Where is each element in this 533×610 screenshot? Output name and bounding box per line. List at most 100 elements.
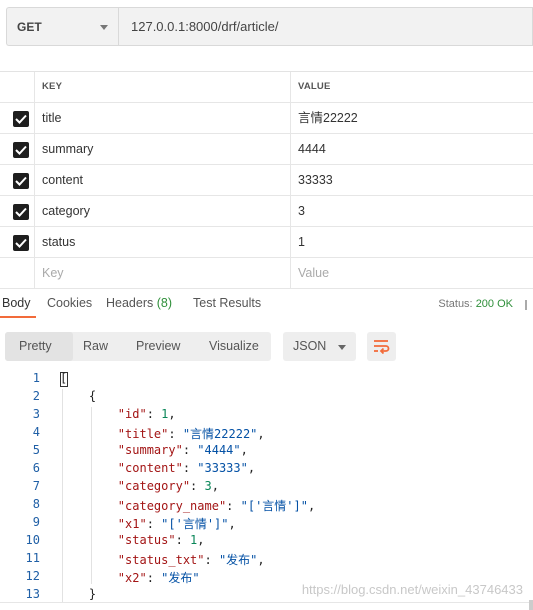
key-column-header: KEY xyxy=(35,72,291,102)
json-key: "title" xyxy=(117,427,169,441)
mode-pretty[interactable]: Pretty xyxy=(19,339,52,353)
key-input[interactable]: Key xyxy=(35,258,291,288)
code-punct: , xyxy=(307,499,316,513)
line-number: 10 xyxy=(25,533,40,547)
code-line: } xyxy=(60,587,96,601)
wrap-lines-icon xyxy=(374,340,390,354)
view-mode-selector: Pretty Raw Preview Visualize xyxy=(5,332,271,361)
line-number: 6 xyxy=(32,461,40,475)
method-label: GET xyxy=(17,19,42,34)
chevron-down-icon xyxy=(338,345,346,350)
line-number: 13 xyxy=(25,587,40,601)
code-line: "id": 1, xyxy=(117,407,176,421)
chevron-down-icon xyxy=(100,25,108,30)
line-number: 3 xyxy=(32,407,40,421)
line-number: 12 xyxy=(25,569,40,583)
param-key[interactable]: category xyxy=(35,196,291,226)
line-number: 8 xyxy=(32,497,40,511)
checkbox-checked-icon[interactable] xyxy=(13,173,29,189)
response-toolbar: Pretty Raw Preview Visualize JSON xyxy=(0,327,533,367)
code-punct: , xyxy=(257,427,265,441)
param-key[interactable]: content xyxy=(35,165,291,195)
json-key: "status_txt" xyxy=(117,553,205,567)
param-value[interactable]: 言情22222 xyxy=(291,103,533,133)
checkbox-checked-icon[interactable] xyxy=(13,235,29,251)
mode-visualize[interactable]: Visualize xyxy=(209,339,259,353)
line-number: 1 xyxy=(32,371,40,385)
json-value: "发布" xyxy=(161,571,200,585)
code-punct: , xyxy=(228,517,236,531)
value-input[interactable]: Value xyxy=(291,258,533,288)
tab-cookies[interactable]: Cookies xyxy=(47,296,92,310)
format-select[interactable]: JSON xyxy=(283,332,356,361)
param-value[interactable]: 3 xyxy=(291,196,533,226)
code-line: [ xyxy=(60,371,67,385)
scrollbar[interactable] xyxy=(529,600,533,610)
line-number: 11 xyxy=(25,551,40,565)
code-line: "x1": "['言情']", xyxy=(117,517,236,531)
response-body[interactable]: 1 [2 {3 "id": 1, 4 "title": "言情22222", 5 "s… xyxy=(0,371,533,602)
code-punct: , xyxy=(240,443,248,457)
tab-headers-label: Headers xyxy=(106,296,154,310)
line-number: 5 xyxy=(32,443,40,457)
code-punct: } xyxy=(60,587,97,601)
param-row[interactable]: summary 4444 xyxy=(0,134,533,165)
param-row[interactable]: title 言情22222 xyxy=(0,103,533,134)
response-status: Status: 200 OK xyxy=(438,298,513,310)
params-empty-row[interactable]: Key Value xyxy=(0,258,533,289)
code-punct: [ xyxy=(60,371,68,385)
code-punct: , xyxy=(257,553,265,567)
value-column-header: VALUE xyxy=(298,81,331,92)
line-number: 2 xyxy=(32,389,40,403)
code-line: { xyxy=(60,389,96,403)
active-tab-indicator xyxy=(0,316,36,318)
param-row[interactable]: category 3 xyxy=(0,196,533,227)
mode-preview[interactable]: Preview xyxy=(136,339,180,353)
code-punct: , xyxy=(197,533,205,547)
watermark: https://blog.csdn.net/weixin_43746433 xyxy=(301,582,523,597)
code-line: "summary": "4444", xyxy=(117,443,248,457)
request-bar: GET 127.0.0.1:8000/drf/article/ xyxy=(0,0,533,52)
url-input[interactable]: 127.0.0.1:8000/drf/article/ xyxy=(118,7,533,46)
param-value[interactable]: 33333 xyxy=(291,165,533,195)
code-line: "title": "言情22222", xyxy=(117,427,265,441)
json-key: "status" xyxy=(117,533,176,547)
tab-test-results[interactable]: Test Results xyxy=(193,296,261,310)
code-line: "x2": "发布" xyxy=(117,571,200,585)
param-key[interactable]: title xyxy=(35,103,291,133)
json-value: "['言情']" xyxy=(161,517,229,531)
tab-headers[interactable]: Headers (8) xyxy=(106,296,172,310)
method-select[interactable]: GET xyxy=(6,7,118,46)
json-key: "content" xyxy=(117,461,183,475)
json-value: 3 xyxy=(204,479,212,493)
params-header-row: KEY VALUE xyxy=(0,72,533,103)
code-punct: , xyxy=(211,479,219,493)
format-label: JSON xyxy=(293,339,327,353)
params-table: KEY VALUE title 言情22222 summary 4444 content… xyxy=(0,71,533,289)
code-line: "category_name": "['言情']", xyxy=(117,499,316,513)
param-row[interactable]: status 1 xyxy=(0,227,533,258)
line-number: 7 xyxy=(32,479,40,493)
checkbox-checked-icon[interactable] xyxy=(13,142,29,158)
response-tabs: Body Cookies Headers (8) Test Results St… xyxy=(0,290,533,319)
code-punct: , xyxy=(168,407,176,421)
json-key: "summary" xyxy=(117,443,183,457)
param-value[interactable]: 4444 xyxy=(291,134,533,164)
wrap-lines-button[interactable] xyxy=(367,332,396,361)
code-punct: , xyxy=(247,461,256,475)
param-row[interactable]: content 33333 xyxy=(0,165,533,196)
param-value[interactable]: 1 xyxy=(291,227,533,257)
code-line: "status": 1, xyxy=(117,533,205,547)
checkbox-checked-icon[interactable] xyxy=(13,111,29,127)
json-key: "category" xyxy=(117,479,191,493)
param-key[interactable]: summary xyxy=(35,134,291,164)
json-value: "4444" xyxy=(197,443,241,457)
tab-body[interactable]: Body xyxy=(2,296,31,310)
param-key[interactable]: status xyxy=(35,227,291,257)
url-text: 127.0.0.1:8000/drf/article/ xyxy=(131,19,279,34)
json-value: "['言情']" xyxy=(240,499,308,513)
mode-raw[interactable]: Raw xyxy=(83,339,108,353)
json-key: "x2" xyxy=(117,571,147,585)
code-line: "content": "33333", xyxy=(117,461,256,475)
checkbox-checked-icon[interactable] xyxy=(13,204,29,220)
